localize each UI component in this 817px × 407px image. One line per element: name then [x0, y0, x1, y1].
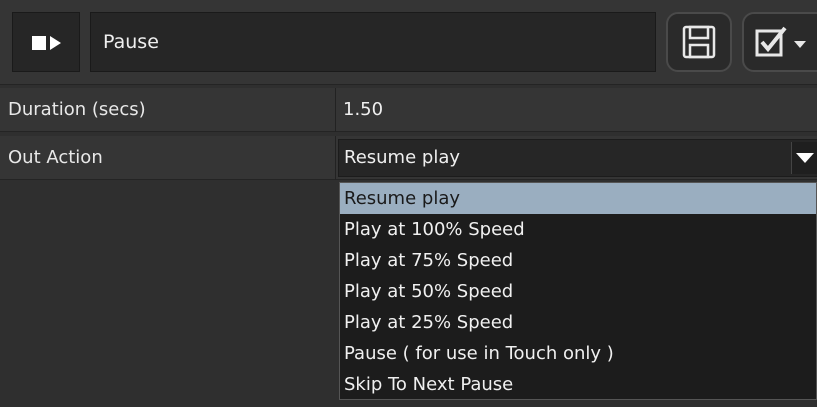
dropdown-option[interactable]: Resume play [340, 183, 816, 214]
chevron-down-icon [796, 153, 814, 163]
dropdown-option[interactable]: Play at 75% Speed [340, 245, 816, 276]
dropdown-option[interactable]: Pause ( for use in Touch only ) [340, 338, 816, 369]
dropdown-option[interactable]: Play at 25% Speed [340, 307, 816, 338]
checkbox-icon [755, 26, 787, 57]
confirm-button[interactable] [742, 12, 817, 72]
title-field[interactable]: Pause [90, 12, 656, 72]
chevron-down-icon [794, 41, 806, 48]
header-bar: Pause [0, 0, 817, 85]
duration-row: Duration (secs) 1.50 [0, 88, 817, 132]
column-divider [335, 136, 336, 180]
out-action-selected-value: Resume play [344, 147, 460, 168]
dropdown-option[interactable]: Play at 50% Speed [340, 276, 816, 307]
duration-value[interactable]: 1.50 [343, 88, 383, 132]
column-divider [335, 88, 336, 132]
stop-play-icon [32, 36, 61, 50]
out-action-label: Out Action [8, 147, 103, 168]
mode-button[interactable] [12, 12, 80, 72]
out-action-row: Out Action Resume play [0, 136, 817, 180]
select-arrow-button[interactable] [791, 142, 817, 174]
duration-label: Duration (secs) [8, 99, 146, 120]
save-icon [682, 25, 716, 59]
out-action-dropdown: Resume play Play at 100% Speed Play at 7… [339, 182, 817, 400]
save-button[interactable] [666, 12, 732, 72]
dropdown-option[interactable]: Play at 100% Speed [340, 214, 816, 245]
dropdown-option[interactable]: Skip To Next Pause [340, 369, 816, 400]
out-action-select[interactable]: Resume play [338, 139, 817, 177]
